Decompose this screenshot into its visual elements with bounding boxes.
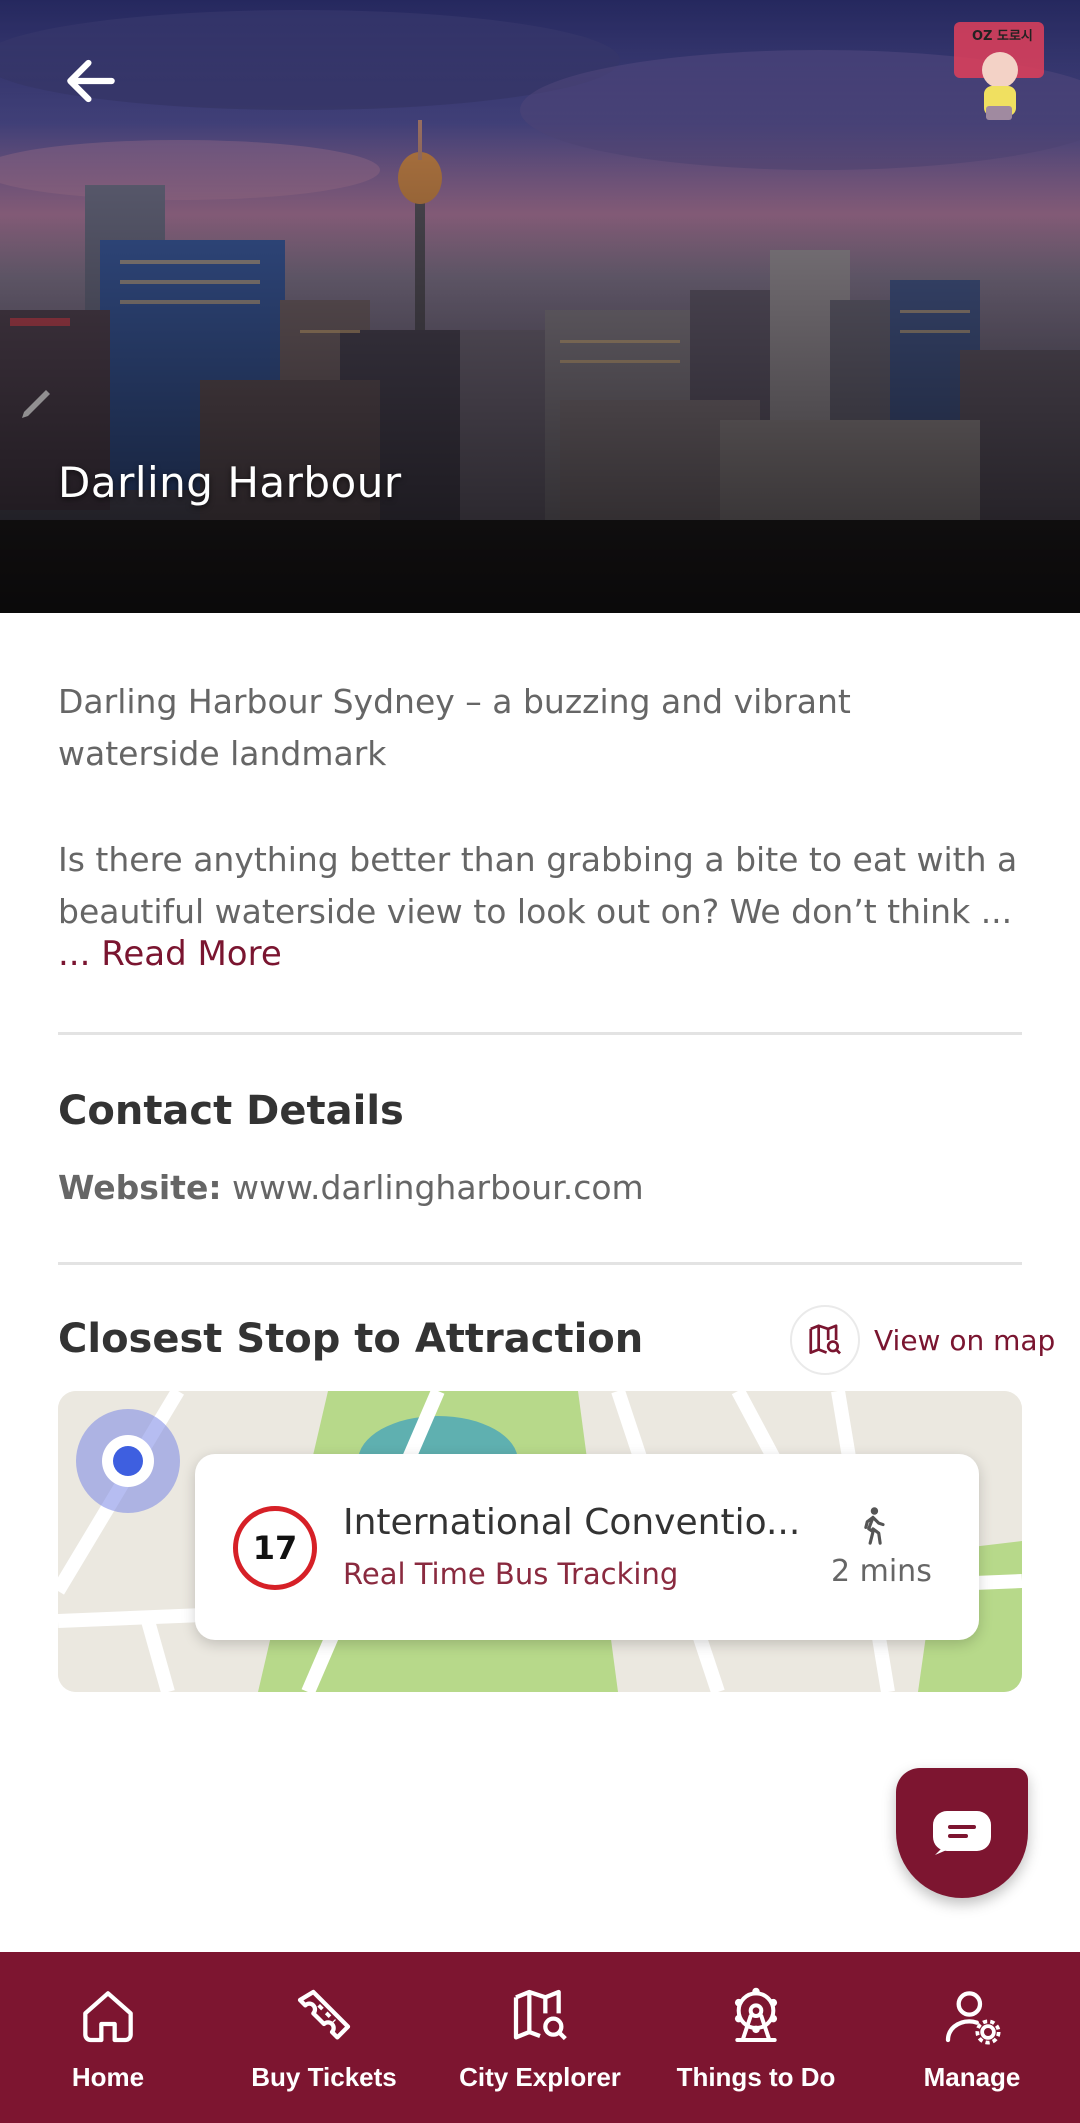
city-skyline-image: [0, 0, 1080, 613]
nav-things-to-do[interactable]: Things to Do: [648, 1952, 864, 2123]
nav-buy-tickets[interactable]: Buy Tickets: [216, 1952, 432, 2123]
divider: [58, 1262, 1022, 1265]
route-badge: 17: [233, 1506, 317, 1590]
nav-city-explorer-label: City Explorer: [459, 2062, 621, 2092]
description: Darling Harbour Sydney – a buzzing and v…: [58, 676, 1022, 938]
stop-name: International Conventio...: [343, 1502, 801, 1543]
user-settings-icon: [945, 1991, 1001, 2045]
website-label: Website:: [58, 1168, 222, 1207]
back-arrow-icon[interactable]: [60, 50, 122, 112]
website-link[interactable]: www.darlingharbour.com: [232, 1168, 644, 1207]
description-intro: Darling Harbour Sydney – a buzzing and v…: [58, 682, 851, 773]
nav-buy-tickets-label: Buy Tickets: [251, 2062, 397, 2092]
ticket-icon: [297, 1989, 351, 2040]
description-body: Is there anything better than grabbing a…: [58, 840, 1018, 931]
closest-stop-card[interactable]: 17 International Conventio... Real Time …: [195, 1454, 979, 1640]
page-title: Darling Harbour: [58, 458, 402, 507]
home-icon: [83, 1991, 133, 2043]
map-search-icon: [790, 1305, 860, 1375]
contact-details-title: Contact Details: [58, 1088, 404, 1134]
ferris-wheel-icon: [734, 1987, 778, 2042]
chat-button[interactable]: [896, 1768, 1028, 1898]
divider: [58, 1032, 1022, 1035]
mascot-badge-icon[interactable]: OZ 도로시: [950, 20, 1046, 122]
nav-city-explorer[interactable]: City Explorer: [432, 1952, 648, 2123]
view-on-map-label: View on map: [874, 1323, 1056, 1357]
map-search-icon: [513, 1989, 567, 2041]
hero-banner: OZ 도로시 Darling Harbour: [0, 0, 1080, 613]
walk-time: 2 mins: [831, 1554, 932, 1589]
nav-home-label: Home: [71, 2062, 145, 2092]
bus-tracking-label[interactable]: Real Time Bus Tracking: [343, 1557, 678, 1591]
nav-home[interactable]: Home: [0, 1952, 216, 2123]
nav-things-to-do-label: Things to Do: [676, 2062, 836, 2092]
website-row: Website: www.darlingharbour.com: [58, 1168, 644, 1207]
svg-text:OZ 도로시: OZ 도로시: [972, 29, 1033, 44]
read-more-link[interactable]: ... Read More: [58, 934, 282, 974]
pencil-icon[interactable]: [14, 378, 62, 426]
walking-icon: [864, 1507, 885, 1545]
closest-stop-title: Closest Stop to Attraction: [58, 1316, 644, 1362]
nav-manage[interactable]: Manage: [864, 1952, 1080, 2123]
chat-icon: [933, 1811, 991, 1855]
nav-manage-label: Manage: [923, 2062, 1021, 2092]
view-on-map-button[interactable]: View on map: [790, 1305, 1056, 1375]
bottom-navigation: Home Buy Tickets City Explorer Things to…: [0, 1952, 1080, 2123]
